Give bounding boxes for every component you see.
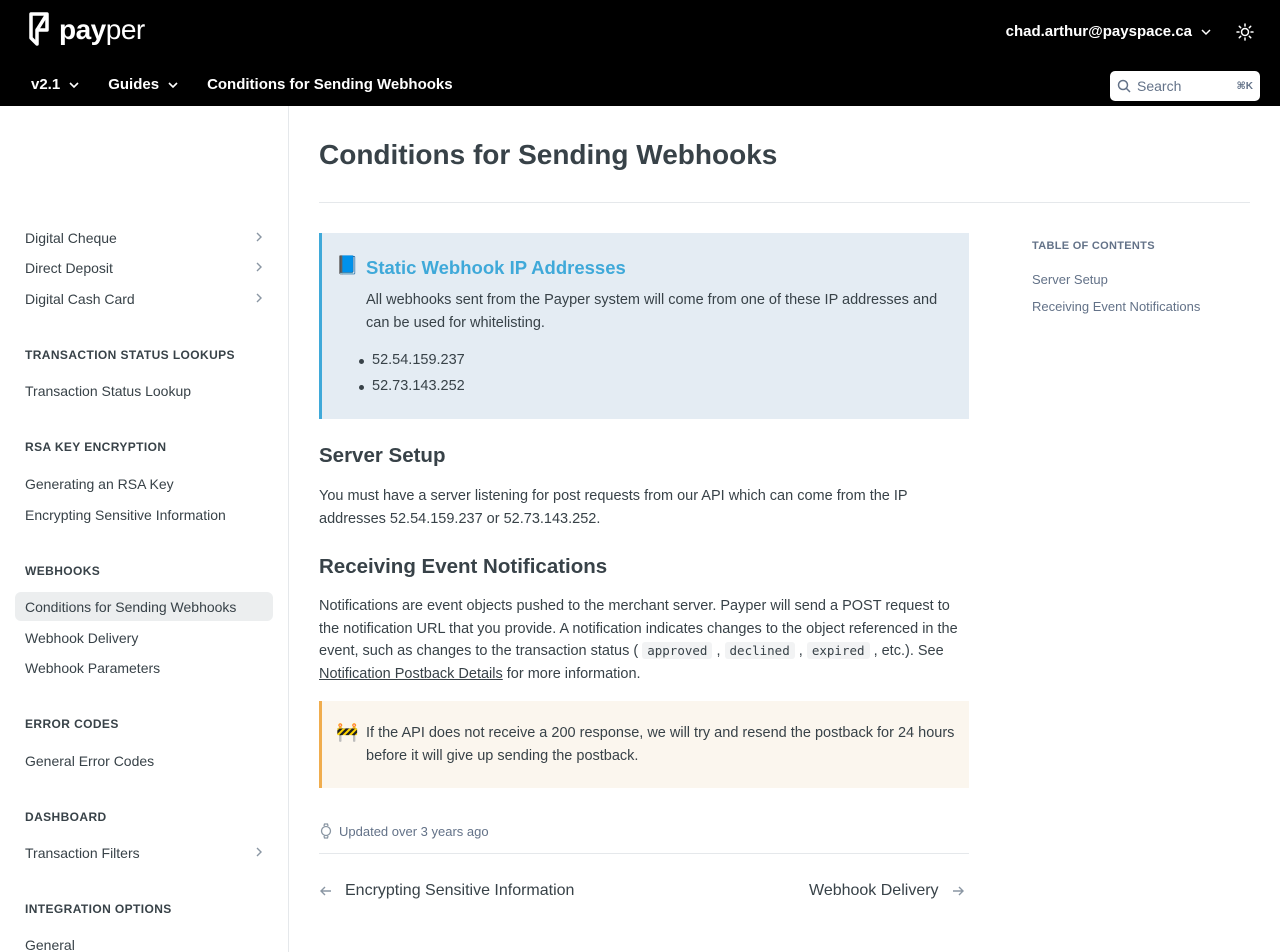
sun-icon[interactable] [1236,23,1254,41]
chevron-right-icon [256,847,262,857]
guides-label: Guides [108,76,160,93]
search-input[interactable]: Search ⌘K [1110,71,1260,101]
toc-item-server-setup[interactable]: Server Setup [1032,272,1108,287]
user-menu[interactable]: chad.arthur@payspace.ca [1006,23,1212,40]
arrow-right-icon [952,886,964,896]
receiving-text-part: , etc.). See [873,643,944,660]
sidebar-item-general[interactable]: General [15,930,273,952]
chevron-down-icon [69,81,79,88]
sidebar-item-encrypting-sensitive-info[interactable]: Encrypting Sensitive Information [15,500,273,529]
sidebar-heading: WEBHOOKS [25,564,101,578]
chevron-right-icon [256,293,262,303]
user-email: chad.arthur@payspace.ca [1005,23,1192,40]
construction-icon: 🚧 [336,722,359,742]
sidebar-heading: ERROR CODES [25,717,119,731]
version-dropdown[interactable]: v2.1 [31,76,80,93]
chevron-right-icon [256,232,262,242]
sidebar-item-label: Transaction Status Lookup [25,382,192,399]
prev-page-label: Encrypting Sensitive Information [345,882,575,899]
sidebar-item-generating-rsa-key[interactable]: Generating an RSA Key [15,469,273,498]
watch-icon [320,823,332,839]
top-header: payper chad.arthur@payspace.ca v2.1 Guid… [0,0,1280,106]
sidebar-item-label: General [25,936,75,952]
warning-callout: 🚧 If the API does not receive a 200 resp… [319,701,969,788]
sidebar-item-label: Transaction Filters [25,844,140,861]
section-heading-server-setup: Server Setup [319,444,446,467]
callout-text: If the API does not receive a 200 respon… [366,725,955,764]
current-page-crumb[interactable]: Conditions for Sending Webhooks [207,76,453,93]
page-title: Conditions for Sending Webhooks [319,139,778,170]
notification-postback-details-link[interactable]: Notification Postback Details [319,666,503,682]
version-label: v2.1 [31,76,61,93]
search-shortcut: ⌘K [1236,80,1254,92]
sidebar-item-transaction-status-lookup[interactable]: Transaction Status Lookup [15,376,273,405]
sidebar-heading: INTEGRATION OPTIONS [25,902,172,916]
toc-heading: TABLE OF CONTENTS [1032,240,1155,252]
divider [319,853,969,854]
sidebar-item-label: Webhook Delivery [25,629,139,646]
ip-list-item: 52.54.159.237 [359,352,465,368]
toc-item-receiving-event-notifications[interactable]: Receiving Event Notifications [1032,299,1200,314]
sidebar-item-direct-deposit[interactable]: Direct Deposit [15,253,273,282]
receiving-text: Notifications are event objects pushed t… [319,598,958,682]
chevron-down-icon [168,81,178,88]
section-heading-receiving-event-notifications: Receiving Event Notifications [319,555,608,578]
code-declined: declined [724,642,795,660]
guides-dropdown[interactable]: Guides [108,76,179,93]
sidebar-item-conditions-for-sending-webhooks[interactable]: Conditions for Sending Webhooks [15,592,273,621]
arrow-left-icon [320,886,331,896]
sidebar-item-webhook-parameters[interactable]: Webhook Parameters [15,653,273,682]
callout-text: All webhooks sent from the Payper system… [366,292,938,331]
current-page-label: Conditions for Sending Webhooks [207,76,453,93]
sidebar-item-label: Webhook Parameters [25,659,161,676]
code-approved: approved [642,642,713,660]
sidebar-item-label: Generating an RSA Key [25,475,174,492]
receiving-text-part: for more information. [502,665,641,682]
search-icon [1117,79,1131,93]
sidebar-item-label: Encrypting Sensitive Information [25,506,226,523]
prev-page-link[interactable]: Encrypting Sensitive Information [319,882,574,900]
sidebar-item-transaction-filters[interactable]: Transaction Filters [15,838,273,867]
sidebar-item-digital-cash-card[interactable]: Digital Cash Card [15,284,273,313]
search-placeholder: Search [1137,78,1182,94]
payper-logo-icon [29,12,49,46]
chevron-right-icon [256,262,262,272]
code-expired: expired [806,642,870,660]
sidebar-item-general-error-codes[interactable]: General Error Codes [15,746,273,775]
ip-list-item: 52.73.143.252 [359,378,465,394]
payper-logo[interactable]: payper [25,10,145,50]
sidebar-item-label: Digital Cash Card [25,290,135,307]
next-page-label: Webhook Delivery [809,882,939,899]
sidebar-heading: DASHBOARD [25,810,107,824]
callout-title: Static Webhook IP Addresses [366,257,626,278]
sidebar: Digital Cheque Direct Deposit Digital Ca… [0,106,289,952]
top-nav: v2.1 Guides Conditions for Sending Webho… [31,76,481,93]
updated-text: Updated over 3 years ago [339,823,489,839]
sidebar-item-label: General Error Codes [25,752,155,769]
info-callout: 📘 Static Webhook IP Addresses All webhoo… [319,233,969,419]
sidebar-item-label: Digital Cheque [25,229,117,246]
logo-text: payper [59,14,145,45]
next-page-link[interactable]: Webhook Delivery [809,882,965,900]
sidebar-item-digital-cheque[interactable]: Digital Cheque [15,223,273,252]
sidebar-item-label: Conditions for Sending Webhooks [25,598,237,615]
sidebar-item-webhook-delivery[interactable]: Webhook Delivery [15,623,273,652]
sidebar-heading: TRANSACTION STATUS LOOKUPS [25,348,235,362]
server-setup-text: You must have a server listening for pos… [319,488,908,527]
updated-timestamp: Updated over 3 years ago [319,823,489,839]
sidebar-heading: RSA KEY ENCRYPTION [25,440,167,454]
blue-book-icon: 📘 [336,255,359,275]
divider [319,202,1250,203]
sidebar-item-label: Direct Deposit [25,259,113,276]
chevron-down-icon [1201,28,1211,35]
